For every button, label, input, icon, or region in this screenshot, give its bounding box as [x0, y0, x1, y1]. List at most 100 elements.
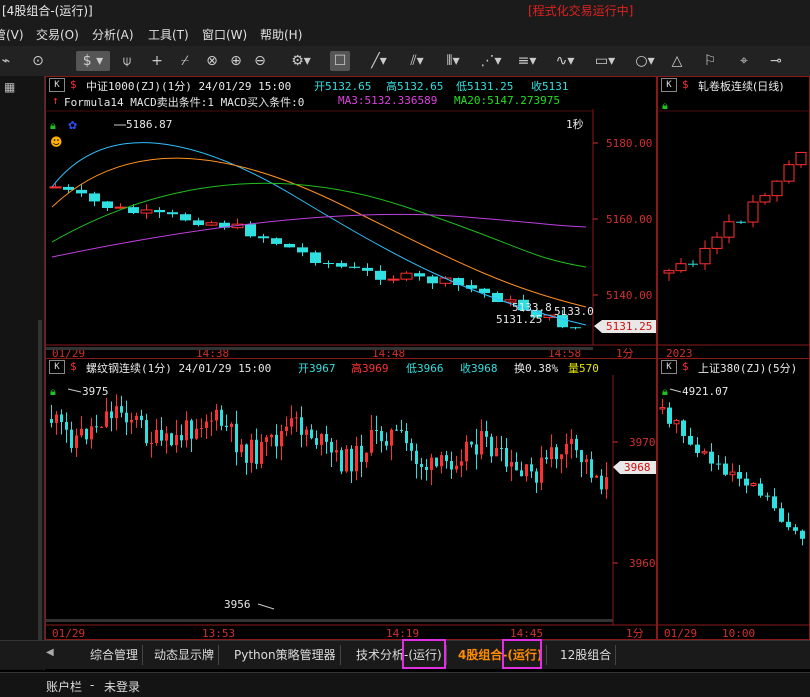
- crosshair-icon[interactable]: +: [146, 51, 168, 71]
- candle: [786, 521, 791, 528]
- status-bar: 账户栏 - 未登录: [0, 672, 810, 697]
- candle: [585, 459, 588, 463]
- chart-icon[interactable]: ⌁: [0, 51, 12, 71]
- candle: [63, 186, 74, 190]
- candle: [505, 447, 508, 467]
- menu-item-tools[interactable]: 工具(T): [148, 26, 189, 43]
- high-annotation: 5186.87: [126, 118, 172, 131]
- tab-python-strategy[interactable]: Python策略管理器: [230, 645, 341, 665]
- hand-icon[interactable]: ☐: [330, 51, 350, 71]
- bars-icon[interactable]: ⦀▾: [440, 51, 466, 71]
- chart-panel-sse380[interactable]: K $ 上证380(ZJ)(5分) 4921.07 01/29 10:00 🔒︎: [657, 358, 810, 640]
- menu-item-trade[interactable]: 交易(O): [36, 26, 79, 43]
- time-tick-2: 13:53: [202, 627, 235, 640]
- candle: [455, 465, 458, 470]
- candle: [475, 444, 478, 455]
- candle: [350, 448, 353, 472]
- mark-icon[interactable]: ⌖: [734, 51, 754, 71]
- settings-gear-icon[interactable]: ✿: [68, 119, 77, 132]
- multi-line-icon[interactable]: ⫽▾: [404, 51, 430, 71]
- smiley-icon[interactable]: ☻: [50, 135, 63, 149]
- link-icon[interactable]: ⊸: [766, 51, 786, 71]
- lock-icon[interactable]: 🔒︎: [662, 385, 668, 399]
- candle: [102, 201, 113, 208]
- candle: [793, 527, 798, 531]
- menu-item-help[interactable]: 帮助(H): [260, 26, 302, 43]
- time-tick-2: 10:00: [722, 627, 755, 640]
- channel-icon[interactable]: ≡▾: [514, 51, 540, 71]
- candle: [180, 214, 191, 221]
- candle: [590, 459, 593, 478]
- candle: [330, 441, 333, 453]
- candle: [716, 463, 721, 465]
- tab-dynamic-board[interactable]: 动态显示牌: [150, 645, 220, 665]
- candle: [410, 443, 413, 451]
- candle: [425, 466, 428, 471]
- candle: [167, 212, 178, 215]
- candle: [193, 220, 204, 226]
- play-icon[interactable]: ⊙: [28, 51, 48, 71]
- zoom-in-icon[interactable]: ⊕: [226, 51, 246, 71]
- candle: [565, 443, 568, 455]
- candle: [400, 272, 413, 280]
- tab-overview[interactable]: 综合管理: [86, 645, 144, 665]
- grid-icon[interactable]: ▦: [4, 80, 18, 94]
- candle: [375, 429, 378, 431]
- lock-icon[interactable]: 🔒︎: [50, 385, 56, 399]
- flag-icon[interactable]: ⚐: [700, 51, 720, 71]
- lock-icon[interactable]: 🔒︎: [50, 119, 56, 133]
- candle: [400, 429, 403, 431]
- candle: [225, 425, 228, 428]
- candle: [65, 422, 68, 430]
- highlight-box: [502, 639, 542, 669]
- candle: [295, 417, 298, 419]
- zoom-out-icon[interactable]: ⊖: [250, 51, 270, 71]
- tab-12-stock-combo[interactable]: 12股组合: [556, 645, 617, 665]
- lock-icon[interactable]: 🔒︎: [662, 99, 668, 113]
- circle-icon[interactable]: ○▾: [632, 51, 658, 71]
- chart-panel-csi1000[interactable]: K $ 中证1000(ZJ)(1分) 24/01/29 15:00 开5132.…: [45, 76, 657, 360]
- tab-scroll-left-icon[interactable]: ◀: [46, 647, 54, 658]
- menu-item-analysis[interactable]: 分析(A): [92, 26, 134, 43]
- candle: [600, 475, 603, 490]
- candle: [100, 426, 103, 428]
- network-icon[interactable]: ⊗: [202, 51, 222, 71]
- candle: [667, 407, 672, 424]
- gear-icon[interactable]: ⚙▾: [284, 51, 318, 71]
- rect-icon[interactable]: ▭▾: [592, 51, 618, 71]
- candle: [265, 437, 268, 442]
- candle: [305, 429, 308, 435]
- dollar-icon[interactable]: $ ▾: [76, 51, 110, 71]
- candle: [135, 415, 138, 420]
- candle: [315, 438, 318, 445]
- filter-icon[interactable]: ⍦: [118, 51, 136, 71]
- candles-group: [49, 183, 581, 330]
- candle: [335, 450, 338, 453]
- wave-icon[interactable]: ∿▾: [552, 51, 578, 71]
- candle: [270, 434, 273, 438]
- time-tick-1: 01/29: [664, 627, 697, 640]
- candle: [200, 427, 203, 429]
- candle: [390, 429, 393, 446]
- menu-item-window[interactable]: 窗口(W): [202, 26, 247, 43]
- candle: [699, 247, 711, 265]
- connect-icon[interactable]: ⌿: [176, 51, 194, 71]
- candle: [414, 273, 425, 277]
- candle: [336, 263, 347, 267]
- chart-panel-hot-rolled[interactable]: K $ 轧卷板连续(日线) 2023 🔒︎: [657, 76, 810, 360]
- title-bar: [4股组合-(运行)] [程式化交易运行中]: [0, 0, 810, 20]
- scrollbar[interactable]: [38, 320, 42, 640]
- menu-item-view[interactable]: 管(V): [0, 26, 24, 43]
- candle: [320, 434, 323, 445]
- candle: [325, 434, 328, 442]
- line-tool-icon[interactable]: ╱▾: [366, 51, 392, 71]
- triangle-icon[interactable]: △: [668, 51, 686, 71]
- candle: [60, 414, 63, 423]
- candle: [55, 414, 58, 423]
- candles-group: [663, 151, 807, 281]
- chart-panel-rebar[interactable]: K $ 螺纹钢连续(1分) 24/01/29 15:00 开3967 高3969…: [45, 358, 657, 640]
- candle: [310, 252, 321, 263]
- candle: [729, 471, 736, 476]
- candle: [480, 431, 483, 455]
- fan-icon[interactable]: ⋰▾: [478, 51, 504, 71]
